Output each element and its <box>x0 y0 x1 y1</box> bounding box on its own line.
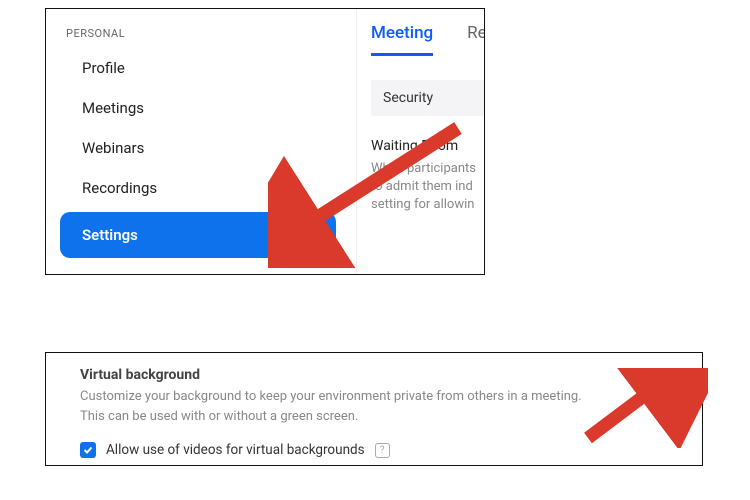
settings-top-panel: PERSONAL Profile Meetings Webinars Recor… <box>45 8 485 275</box>
sidebar-item-profile[interactable]: Profile <box>46 48 356 88</box>
virtual-background-title: Virtual background <box>80 367 636 383</box>
tab-recording-truncated[interactable]: Re <box>467 23 485 53</box>
sidebar-item-recordings[interactable]: Recordings <box>46 168 356 208</box>
sidebar-item-webinars[interactable]: Webinars <box>46 128 356 168</box>
sidebar-section-label: PERSONAL <box>46 9 356 48</box>
waiting-room-desc-line2: to admit them ind <box>371 179 473 194</box>
sidebar: PERSONAL Profile Meetings Webinars Recor… <box>46 9 356 274</box>
virtual-background-panel: Virtual background Customize your backgr… <box>45 352 703 466</box>
settings-right-column: Meeting Re Security Waiting Room When pa… <box>356 9 485 274</box>
virtual-background-desc: Customize your background to keep your e… <box>80 387 585 426</box>
checkmark-icon <box>83 445 93 455</box>
waiting-room-desc-line1: When participants <box>371 161 476 176</box>
waiting-room-desc-line3: setting for allowin <box>371 197 474 212</box>
virtual-background-toggle[interactable] <box>640 371 674 389</box>
sidebar-item-settings[interactable]: Settings <box>60 212 336 258</box>
info-icon[interactable]: ? <box>375 443 390 458</box>
virtual-background-video-row: Allow use of videos for virtual backgrou… <box>80 442 636 458</box>
waiting-room-title: Waiting Room <box>371 138 485 154</box>
allow-videos-label: Allow use of videos for virtual backgrou… <box>106 442 365 458</box>
waiting-room-desc: When participants to admit them ind sett… <box>371 160 485 215</box>
subsection-security[interactable]: Security <box>371 80 485 116</box>
allow-videos-checkbox[interactable] <box>80 442 96 458</box>
sidebar-item-meetings[interactable]: Meetings <box>46 88 356 128</box>
tab-bar: Meeting Re <box>371 9 485 56</box>
waiting-room-block: Waiting Room When participants to admit … <box>371 138 485 215</box>
tab-meeting[interactable]: Meeting <box>371 23 433 56</box>
